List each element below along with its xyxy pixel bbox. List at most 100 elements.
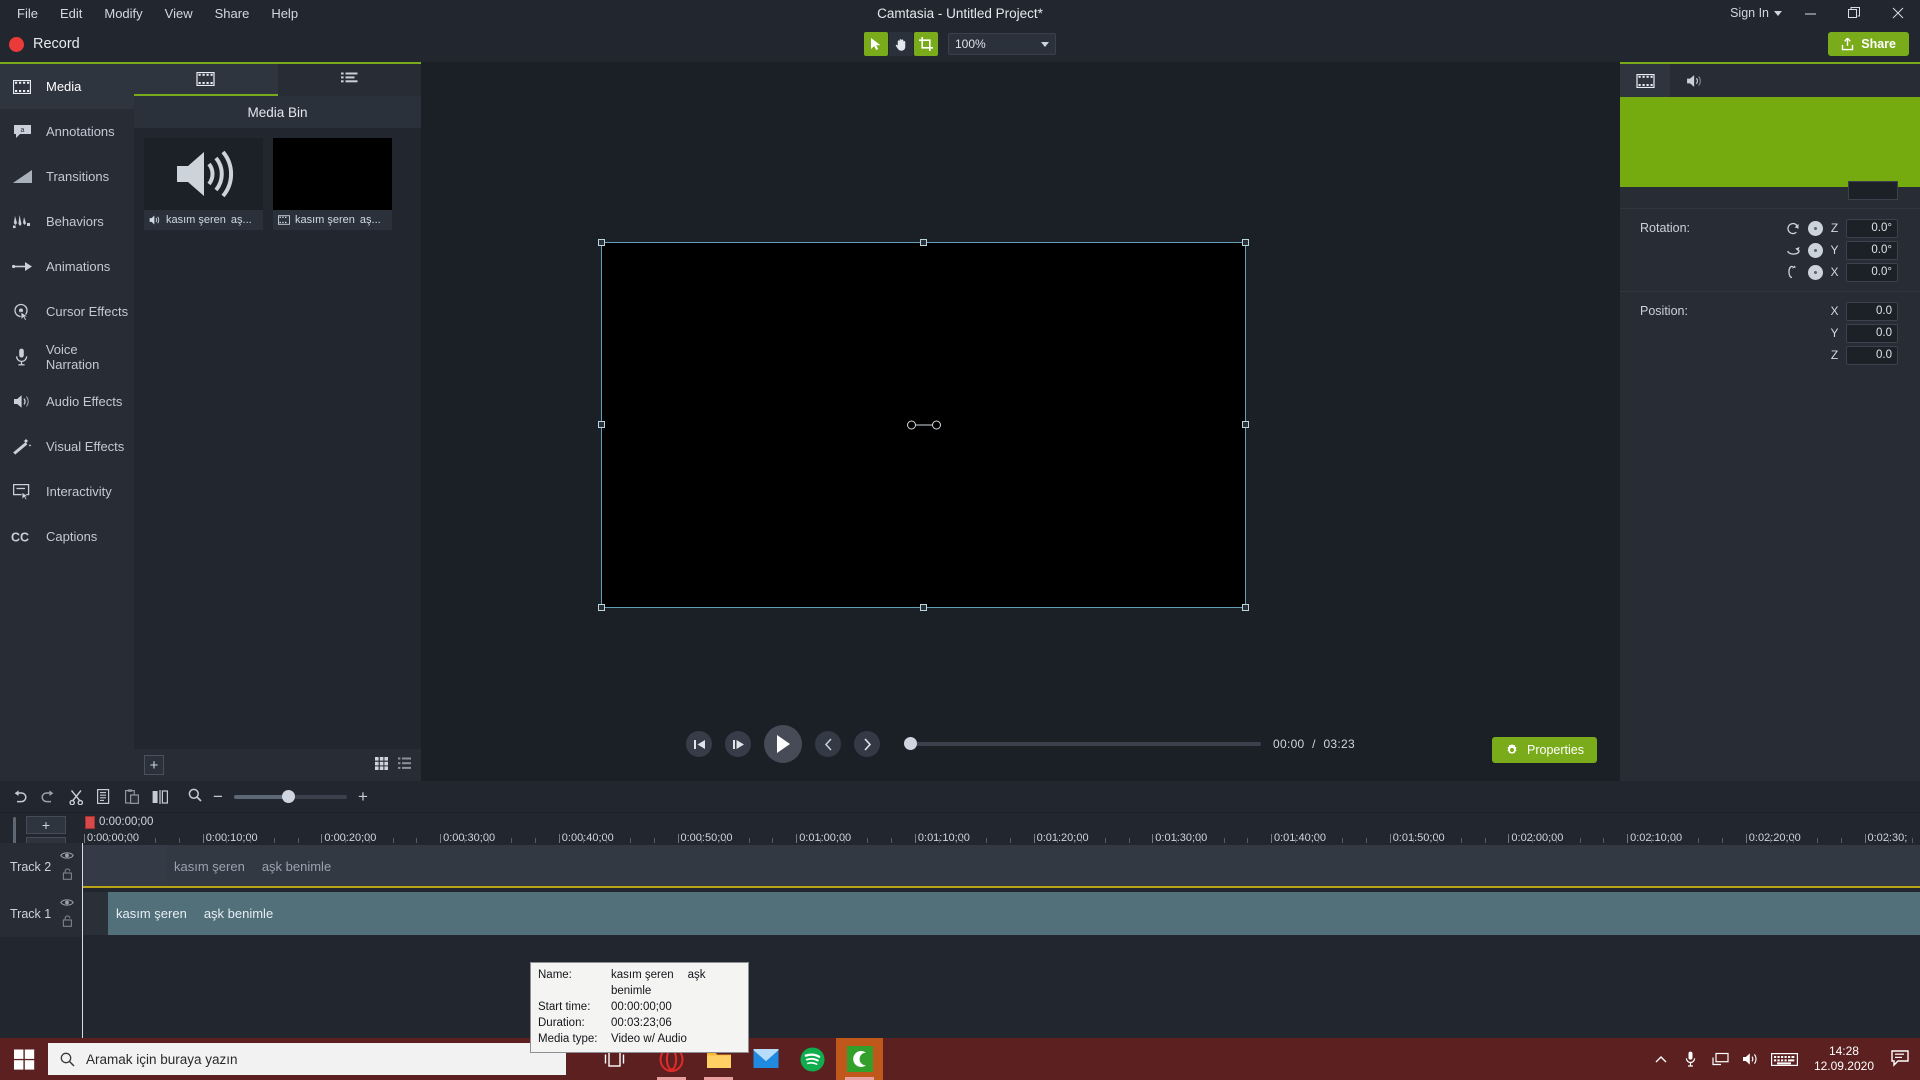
- add-track-button[interactable]: +: [26, 816, 66, 834]
- undo-button[interactable]: [6, 783, 34, 811]
- play-button[interactable]: [764, 725, 802, 763]
- resize-handle-e[interactable]: [1242, 421, 1249, 428]
- tab-audio-properties[interactable]: [1670, 64, 1720, 97]
- scrubber-knob[interactable]: [904, 737, 917, 750]
- lock-icon[interactable]: [62, 868, 73, 883]
- crop-tool-button[interactable]: [914, 32, 938, 56]
- pointer-tool-button[interactable]: [864, 32, 888, 56]
- record-button[interactable]: Record: [0, 36, 80, 52]
- sidebar-item-voice-narration[interactable]: Voice Narration: [0, 334, 134, 379]
- tab-media-bin[interactable]: [134, 64, 278, 96]
- sidebar-item-behaviors[interactable]: Behaviors: [0, 199, 134, 244]
- resize-handle-sw[interactable]: [598, 604, 605, 611]
- track-header-1[interactable]: Track 1: [0, 890, 82, 937]
- sign-in-button[interactable]: Sign In: [1724, 6, 1788, 20]
- volume-tray-icon[interactable]: [1736, 1038, 1766, 1080]
- network-tray-icon[interactable]: [1706, 1038, 1736, 1080]
- menu-item-file[interactable]: File: [6, 3, 49, 24]
- eye-icon[interactable]: [60, 849, 74, 863]
- rotation-knob-z[interactable]: [1808, 220, 1823, 236]
- sidebar-item-annotations[interactable]: a Annotations: [0, 109, 134, 154]
- sidebar-item-audio-effects[interactable]: Audio Effects: [0, 379, 134, 424]
- sidebar-item-captions[interactable]: CC Captions: [0, 514, 134, 559]
- rotation-knob-y[interactable]: [1808, 242, 1823, 258]
- spotify-taskbar-button[interactable]: [789, 1038, 836, 1080]
- paste-button[interactable]: [118, 783, 146, 811]
- playback-scrubber[interactable]: 00:00 / 03:23: [904, 737, 1355, 751]
- playhead-indicator[interactable]: 0:00:00;00: [82, 813, 153, 831]
- close-button[interactable]: [1876, 0, 1920, 26]
- menu-item-help[interactable]: Help: [260, 3, 309, 24]
- tab-library[interactable]: [277, 64, 421, 96]
- lock-icon[interactable]: [62, 915, 73, 930]
- search-icon[interactable]: [188, 788, 202, 805]
- preview-canvas[interactable]: 00:00 / 03:23 Properties: [421, 62, 1620, 781]
- step-forward-button[interactable]: [725, 731, 751, 757]
- properties-button[interactable]: Properties: [1492, 737, 1597, 763]
- media-item-video[interactable]: kasım şeren aş...: [273, 138, 392, 230]
- sidebar-item-visual-effects[interactable]: Visual Effects: [0, 424, 134, 469]
- step-back-button[interactable]: [686, 731, 712, 757]
- camtasia-taskbar-button[interactable]: [836, 1038, 883, 1080]
- sidebar-item-interactivity[interactable]: Interactivity: [0, 469, 134, 514]
- sidebar-item-cursor-effects[interactable]: Cursor Effects: [0, 289, 134, 334]
- resize-handle-n[interactable]: [919, 239, 927, 246]
- zoom-in-button[interactable]: +: [358, 788, 368, 805]
- next-button[interactable]: [854, 731, 880, 757]
- menu-item-view[interactable]: View: [154, 3, 204, 24]
- menu-item-edit[interactable]: Edit: [49, 3, 93, 24]
- timeline-clip-track1[interactable]: kasım şeren aşk benimle: [82, 892, 1920, 935]
- split-button[interactable]: [146, 783, 174, 811]
- track-body-1[interactable]: kasım şeren aşk benimle: [82, 890, 1920, 937]
- rotation-knob-x[interactable]: [1808, 264, 1823, 280]
- sidebar-item-animations[interactable]: Animations: [0, 244, 134, 289]
- minimize-button[interactable]: [1788, 0, 1832, 26]
- video-stage[interactable]: [598, 239, 1249, 611]
- zoom-level-select[interactable]: 100%: [948, 33, 1056, 55]
- menu-item-modify[interactable]: Modify: [93, 3, 153, 24]
- eye-icon[interactable]: [60, 896, 74, 910]
- scale-field-partial[interactable]: [1848, 181, 1898, 200]
- rotation-value-x[interactable]: 0.0°: [1846, 262, 1898, 282]
- copy-button[interactable]: [90, 783, 118, 811]
- resize-handle-w[interactable]: [598, 421, 605, 428]
- redo-button[interactable]: [34, 783, 62, 811]
- timeline-ruler[interactable]: 0:00:00;00 0:00:00;00 0:00:10;00 0:00:20;0…: [82, 813, 1920, 843]
- keyboard-tray-icon[interactable]: [1766, 1038, 1804, 1080]
- rotation-anchor-icon[interactable]: [906, 420, 941, 430]
- start-button[interactable]: [0, 1038, 48, 1080]
- rotation-value-y[interactable]: 0.0°: [1846, 240, 1898, 260]
- resize-handle-s[interactable]: [919, 604, 927, 611]
- sidebar-item-media[interactable]: Media: [0, 64, 134, 109]
- microphone-tray-icon[interactable]: [1676, 1038, 1706, 1080]
- resize-handle-ne[interactable]: [1242, 239, 1249, 246]
- resize-handle-nw[interactable]: [598, 239, 605, 246]
- sidebar-item-transitions[interactable]: Transitions: [0, 154, 134, 199]
- rotation-value-z[interactable]: 0.0°: [1846, 218, 1898, 238]
- previous-button[interactable]: [815, 731, 841, 757]
- position-value-x[interactable]: 0.0: [1846, 301, 1898, 321]
- search-input[interactable]: Aramak için buraya yazın: [48, 1043, 566, 1075]
- zoom-out-button[interactable]: −: [213, 788, 223, 805]
- playhead-flag-icon[interactable]: [85, 815, 95, 829]
- list-view-icon[interactable]: [398, 757, 411, 773]
- maximize-button[interactable]: [1832, 0, 1876, 26]
- position-value-z[interactable]: 0.0: [1846, 345, 1898, 365]
- position-value-y[interactable]: 0.0: [1846, 323, 1898, 343]
- mail-taskbar-button[interactable]: [742, 1038, 789, 1080]
- track-body-2[interactable]: kasım şeren aşk benimle: [82, 843, 1920, 890]
- hand-tool-button[interactable]: [889, 32, 913, 56]
- zoom-slider-knob[interactable]: [281, 789, 295, 803]
- track-header-2[interactable]: Track 2: [0, 843, 82, 890]
- tab-visual-properties[interactable]: [1620, 64, 1670, 97]
- timeline-clip-track2[interactable]: kasım şeren aşk benimle: [82, 845, 1920, 888]
- show-hidden-icons-button[interactable]: [1646, 1038, 1676, 1080]
- add-media-button[interactable]: +: [144, 755, 164, 775]
- media-item-audio[interactable]: kasım şeren aş...: [144, 138, 263, 230]
- menu-item-share[interactable]: Share: [204, 3, 261, 24]
- taskbar-clock[interactable]: 14:28 12.09.2020: [1804, 1038, 1884, 1080]
- share-button[interactable]: Share: [1828, 32, 1909, 56]
- cut-button[interactable]: [62, 783, 90, 811]
- zoom-slider-track[interactable]: [233, 789, 347, 803]
- grid-view-icon[interactable]: [375, 757, 388, 773]
